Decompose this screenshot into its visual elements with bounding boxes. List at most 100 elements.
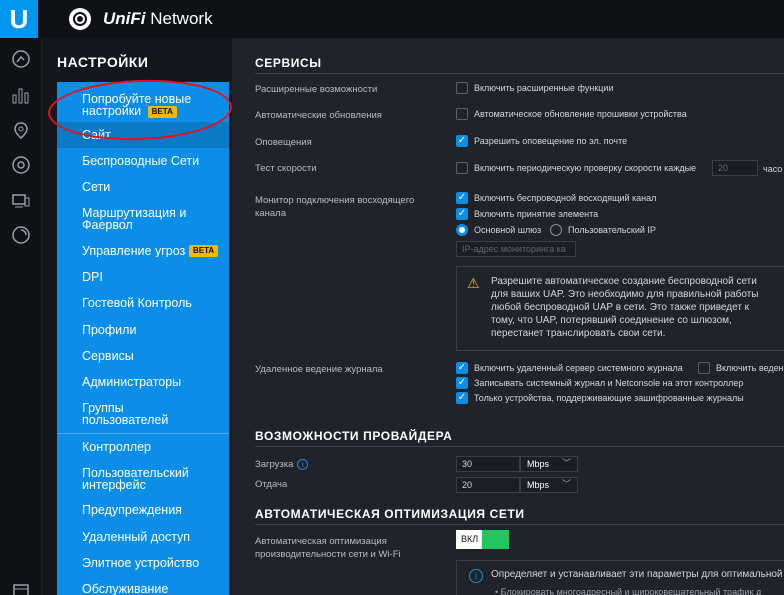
email-alerts-checkbox[interactable]: ✓ Разрешить оповещение по эл. почте [456,135,627,147]
nav-label: Предупреждения [82,503,182,517]
optimization-label: Автоматическая оптимизация производитель… [255,536,401,560]
optimization-title: АВТОМАТИЧЕСКАЯ ОПТИМИЗАЦИЯ СЕТИ [255,507,525,521]
logging-label: Удаленное ведение журнала [255,364,383,375]
beta-badge: BETA [189,244,219,257]
info-icon[interactable]: i [297,458,309,470]
isp-title: ВОЗМОЖНОСТИ ПРОВАЙДЕРА [255,429,453,443]
map-icon[interactable] [10,120,32,142]
netconsole-checkbox[interactable]: ✓ Записывать системный журнал и Netconsol… [456,377,743,389]
auto-upgrade-checkbox[interactable]: Автоматическое обновление прошивки устро… [456,108,687,120]
download-unit-select[interactable]: Mbps ﹀ [520,456,578,472]
nav-separator [57,433,229,434]
option-text: Включить веден [716,363,784,373]
autoupdate-label: Автоматические обновления [255,110,382,121]
nav-threat-management[interactable]: Управление угрозамиBETA [57,244,229,257]
nav-label: Профили [82,323,137,337]
upload-input[interactable]: 20 [456,477,520,493]
calendar-icon[interactable] [10,580,32,595]
nav-label: Управление угрозами [82,244,186,257]
speedtest-checkbox[interactable]: Включить периодическую проверку скорости… [456,162,696,174]
default-gateway-radio[interactable]: Основной шлюз [456,224,541,236]
chevron-down-icon: ﹀ [561,458,571,468]
nav-controller[interactable]: Контроллер [57,441,229,454]
nav-guest-control[interactable]: Гостевой Контроль [57,297,229,310]
checkbox [456,82,468,94]
option-text: Основной шлюз [474,225,542,235]
checkbox [698,362,710,374]
encrypted-logs-checkbox[interactable]: ✓ Только устройства, поддерживающие зашиф… [456,392,744,404]
optimization-toggle[interactable]: ВКЛ [456,530,509,549]
speedtest-interval-input[interactable]: 20 [712,160,758,176]
nav-label: Удаленный доступ [82,530,191,544]
nav-site[interactable]: Сайт [57,122,229,148]
enable-logging-checkbox[interactable]: Включить веден [698,362,784,374]
unifi-network-icon [69,8,91,30]
ubiquiti-logo[interactable]: U [0,0,38,38]
download-input[interactable]: 30 [456,456,520,472]
nav-elite-device[interactable]: Элитное устройство [57,557,229,570]
option-text: Включить расширенные функции [474,83,614,93]
option-text: Только устройства, поддерживающие зашифр… [474,393,744,403]
main-content: СЕРВИСЫ Расширенные возможности Включить… [232,38,784,595]
nav-label: Маршрутизация и Фаервол [82,206,187,232]
custom-ip-radio[interactable]: Пользовательский IP [550,224,656,236]
section-divider [255,524,784,525]
icon-rail [0,38,42,595]
services-title: СЕРВИСЫ [255,56,322,70]
optimization-info: i Определяет и устанавливает эти парамет… [456,560,784,595]
nav-wireless-networks[interactable]: Беспроводные Сети [57,155,229,168]
element-adoption-checkbox[interactable]: ✓ Включить принятие элемента [456,208,598,220]
uplink-warning: ⚠ Разрешите автоматическое создание бесп… [456,266,784,351]
nav-label: Сервисы [82,349,134,363]
option-text: Пользовательский IP [568,225,656,235]
nav-networks[interactable]: Сети [57,180,229,194]
nav-routing-firewall[interactable]: Маршрутизация и Фаервол [57,206,197,232]
settings-panel: НАСТРОЙКИ Попробуйте новые настройки BET… [42,38,232,595]
settings-title: НАСТРОЙКИ [57,54,149,70]
option-text: Включить удаленный сервер системного жур… [474,363,683,373]
nav-user-groups[interactable]: Группы пользователей [57,402,187,427]
nav-alerts[interactable]: Предупреждения [57,503,229,517]
section-divider [255,446,784,447]
nav-services[interactable]: Сервисы [57,349,229,363]
devices-icon[interactable] [10,154,32,176]
advanced-label: Расширенные возможности [255,84,378,95]
check-icon: ✓ [456,208,468,220]
option-text: Включить беспроводной восходящий канал [474,193,657,203]
nav-admins[interactable]: Администраторы [57,375,229,389]
nav-label: Администраторы [82,375,182,389]
nav-remote-access[interactable]: Удаленный доступ [57,530,229,544]
nav-profiles[interactable]: Профили [57,323,229,337]
upload-label: Отдача [255,479,288,490]
info-bullet: • Блокировать многоадресный и широковеща… [495,587,762,595]
check-icon: ✓ [456,135,468,147]
statistics-icon[interactable] [10,84,32,106]
nav-dpi[interactable]: DPI [57,271,229,284]
nav-label: Сети [82,180,111,194]
checkbox [456,108,468,120]
clients-icon[interactable] [10,190,32,212]
check-icon: ✓ [456,392,468,404]
check-icon: ✓ [456,192,468,204]
unit-text: Mbps [527,459,550,469]
warning-icon: ⚠ [467,275,480,291]
advanced-features-checkbox[interactable]: Включить расширенные функции [456,82,613,94]
unit-text: Mbps [527,480,550,490]
app-brand: UniFi [103,9,146,28]
remote-syslog-checkbox[interactable]: ✓ Включить удаленный сервер системного жу… [456,362,683,374]
nav-label: Обслуживание [82,582,169,595]
nav-label: Пользовательский интерфейс [82,466,189,492]
monitor-ip-input[interactable]: IP-адрес мониторинга ка [456,241,576,257]
info-text: Определяет и устанавливает эти параметры… [491,569,783,580]
wireless-uplink-checkbox[interactable]: ✓ Включить беспроводной восходящий канал [456,192,656,204]
dashboard-icon[interactable] [10,48,32,70]
nav-label: Сайт [82,128,111,142]
nav-maintenance[interactable]: Обслуживание [57,583,229,595]
nav-try-new-settings[interactable]: Попробуйте новые настройки BETA [57,93,229,118]
radio-unselected [550,224,562,236]
insights-icon[interactable] [10,224,32,246]
upload-unit-select[interactable]: Mbps ﹀ [520,477,578,493]
nav-user-interface[interactable]: Пользовательский интерфейс [57,466,197,492]
section-divider [255,73,784,74]
logo-letter: U [9,4,29,34]
